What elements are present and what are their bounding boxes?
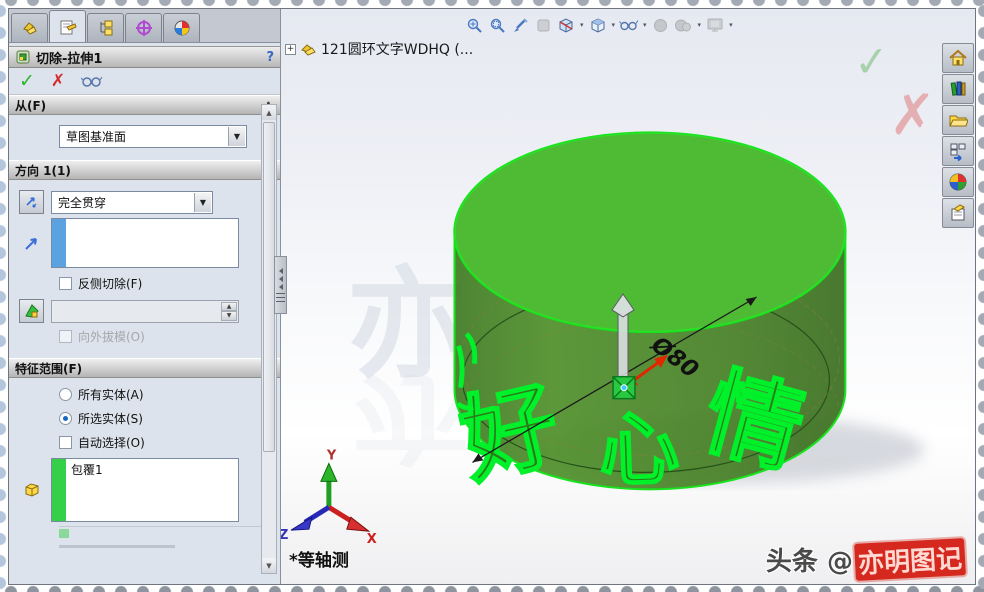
end-condition-value: 完全贯穿 xyxy=(58,194,106,211)
section-feature-scope-body: 所有实体(A) 所选实体(S) 自动选择(O) 包覆1 xyxy=(9,378,280,556)
panel-scrollbar[interactable]: ▲ ▼ xyxy=(261,104,277,574)
home-button[interactable] xyxy=(942,43,974,73)
tab-dimxpert[interactable] xyxy=(125,13,162,42)
draft-icon xyxy=(24,303,40,319)
appearances-button[interactable] xyxy=(942,167,974,197)
clipped-panel-content xyxy=(59,526,270,548)
flip-side-checkbox[interactable] xyxy=(59,277,72,290)
section-from-header[interactable]: 从(F) ∧ xyxy=(9,95,280,115)
draft-outward-label: 向外拔模(O) xyxy=(78,330,145,343)
direction-arrow-icon xyxy=(23,234,41,252)
triad-y-label: Y xyxy=(326,448,337,463)
file-explorer-button[interactable] xyxy=(942,105,974,135)
reference-triad: Y X Z xyxy=(281,448,377,547)
section-feature-scope-header[interactable]: 特征范围(F) ∧ xyxy=(9,358,280,378)
auto-select-label: 自动选择(O) xyxy=(78,434,145,451)
selected-bodies-radio[interactable] xyxy=(59,412,72,425)
help-button[interactable]: ? xyxy=(266,50,274,65)
author-watermark: 头条 @ 亦明图记 xyxy=(766,541,965,578)
triad-x-label: X xyxy=(367,532,377,547)
graphics-area[interactable]: 亦 亦 ▾ ▾ xyxy=(281,9,975,584)
design-library-icon xyxy=(948,79,968,99)
property-manager-panel: 切除-拉伸1 ? ✓ ✗ 从(F) ∧ 草图基准面 ▼ xyxy=(9,9,281,584)
display-manager-icon xyxy=(173,19,191,37)
view-orientation-label: *等轴测 xyxy=(289,546,349,571)
preview-glasses-icon[interactable] xyxy=(81,74,103,88)
solid-body-icon xyxy=(23,481,41,499)
view-palette-icon xyxy=(948,141,968,161)
auto-select-checkbox[interactable] xyxy=(59,436,72,449)
spin-up-button[interactable]: ▲ xyxy=(221,302,237,312)
all-bodies-label: 所有实体(A) xyxy=(78,386,144,403)
selected-bodies-label: 所选实体(S) xyxy=(78,410,143,427)
view-palette-button[interactable] xyxy=(942,136,974,166)
scroll-up-button[interactable]: ▲ xyxy=(262,105,276,120)
direction-selection-box[interactable] xyxy=(51,218,239,268)
reverse-direction-button[interactable] xyxy=(19,190,44,214)
configuration-icon xyxy=(97,19,115,37)
stamp-border-right xyxy=(975,0,984,592)
panel-tab-bar xyxy=(9,9,280,43)
custom-properties-icon xyxy=(948,203,968,223)
start-condition-value: 草图基准面 xyxy=(66,128,126,145)
dropdown-arrow-icon[interactable]: ▼ xyxy=(228,127,245,146)
draft-outward-checkbox[interactable] xyxy=(59,330,72,343)
home-icon xyxy=(948,48,968,68)
wrapped-char-2[interactable]: 心 xyxy=(598,402,681,498)
model-scene: 好 心 情 Ø80 xyxy=(281,9,975,584)
end-condition-dropdown[interactable]: 完全贯穿 ▼ xyxy=(51,191,213,214)
watermark-stamp: 亦明图记 xyxy=(854,538,966,581)
all-bodies-radio[interactable] xyxy=(59,388,72,401)
draft-button[interactable] xyxy=(19,299,44,323)
custom-properties-button[interactable] xyxy=(942,198,974,228)
draft-angle-input[interactable]: ▲ ▼ xyxy=(51,300,239,323)
bodies-selection-box[interactable]: 包覆1 xyxy=(51,458,239,522)
property-manager-icon xyxy=(59,18,77,36)
section-direction1-body: 完全贯穿 ▼ 反侧切除(F) xyxy=(9,180,280,358)
selection-bar xyxy=(52,219,66,267)
cut-extrude-icon xyxy=(15,49,31,65)
design-library-button[interactable] xyxy=(942,74,974,104)
feature-tree-icon xyxy=(21,19,39,37)
section-from-body: 草图基准面 ▼ xyxy=(9,115,280,160)
section-direction1-header[interactable]: 方向 1(1) ∧ xyxy=(9,160,280,180)
drag-handle[interactable] xyxy=(613,377,635,399)
spin-down-button[interactable]: ▼ xyxy=(221,311,237,321)
ok-button[interactable]: ✓ xyxy=(19,70,35,92)
reverse-direction-icon xyxy=(24,194,40,210)
section-feature-scope-label: 特征范围(F) xyxy=(15,360,82,377)
tab-feature-manager[interactable] xyxy=(11,13,48,42)
tab-display-manager[interactable] xyxy=(163,13,200,42)
selection-bar xyxy=(52,459,66,521)
scroll-down-button[interactable]: ▼ xyxy=(262,558,276,573)
tab-configuration-manager[interactable] xyxy=(87,13,124,42)
watermark-prefix: 头条 @ xyxy=(766,541,853,578)
selected-body-item[interactable]: 包覆1 xyxy=(66,459,108,521)
confirm-toolbar: ✓ ✗ xyxy=(9,68,280,95)
tab-property-manager[interactable] xyxy=(49,10,86,42)
feature-title: 切除-拉伸1 xyxy=(36,48,102,67)
flip-side-label: 反侧切除(F) xyxy=(78,275,142,292)
task-pane xyxy=(942,43,975,228)
section-direction1-label: 方向 1(1) xyxy=(15,162,71,179)
folder-icon xyxy=(948,110,968,130)
triad-z-label: Z xyxy=(281,528,288,543)
feature-title-bar: 切除-拉伸1 ? xyxy=(9,46,280,68)
cancel-button[interactable]: ✗ xyxy=(51,71,65,91)
section-from-label: 从(F) xyxy=(15,97,46,114)
solidworks-window: 切除-拉伸1 ? ✓ ✗ 从(F) ∧ 草图基准面 ▼ xyxy=(8,8,976,585)
start-condition-dropdown[interactable]: 草图基准面 ▼ xyxy=(59,125,247,148)
top-face-highlight xyxy=(455,133,846,332)
dimxpert-icon xyxy=(135,19,153,37)
dropdown-arrow-icon[interactable]: ▼ xyxy=(194,193,211,212)
panel-splitter-handle[interactable] xyxy=(274,256,287,314)
appearances-icon xyxy=(948,172,968,192)
